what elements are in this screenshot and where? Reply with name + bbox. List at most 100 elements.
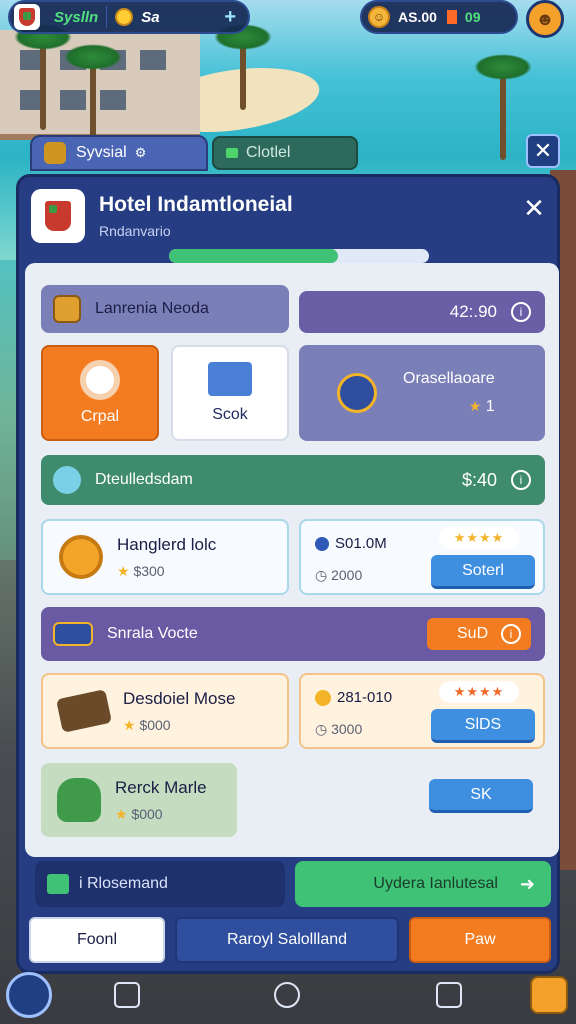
shop-item[interactable]: Hanglerd lolc ★ $300 bbox=[41, 519, 289, 595]
ring-icon bbox=[80, 360, 120, 400]
footer-button-3[interactable]: Paw bbox=[409, 917, 551, 963]
money-icon bbox=[226, 148, 238, 158]
palm-tree bbox=[214, 24, 272, 110]
scok-card[interactable]: Scok bbox=[171, 345, 289, 441]
shop-icon bbox=[208, 362, 252, 396]
star-icon: ★ bbox=[115, 805, 128, 822]
item-name: Hanglerd lolc bbox=[117, 534, 217, 554]
card-label: Crpal bbox=[80, 408, 120, 425]
progress-fill bbox=[169, 249, 338, 263]
add-currency-button[interactable]: + bbox=[224, 6, 236, 29]
tab-label: Clotlel bbox=[246, 144, 291, 161]
shop-item-detail: S01.0M ◷ 2000 ★★★★ Soterl bbox=[299, 519, 545, 595]
button-label: SuD bbox=[457, 625, 489, 642]
gallery-icon[interactable] bbox=[436, 982, 462, 1008]
gear-icon: ⚙ bbox=[134, 145, 147, 160]
star-icon: ★ bbox=[123, 716, 136, 733]
palm-tree bbox=[64, 44, 122, 140]
item-name: Rerck Marle bbox=[115, 777, 207, 797]
section-label: Dteulledsdam bbox=[95, 471, 193, 488]
timer-icon: ◷ bbox=[315, 721, 328, 737]
compass-icon bbox=[337, 373, 377, 413]
building-icon bbox=[53, 295, 81, 323]
footer-button-1[interactable]: Foonl bbox=[29, 917, 165, 963]
arrow-right-icon: ➜ bbox=[519, 873, 535, 894]
crpal-card[interactable]: Crpal bbox=[41, 345, 159, 441]
content-panel: Lanrenia Neoda 42:.90 i Crpal Scok Orase… bbox=[25, 263, 559, 857]
item-price: $000 bbox=[139, 716, 171, 733]
home-button[interactable] bbox=[6, 972, 52, 1018]
detail-price: 2000 bbox=[331, 567, 363, 583]
clock-icon[interactable] bbox=[274, 982, 300, 1008]
item-name: Desdoiel Mose bbox=[123, 688, 236, 708]
gem-icon bbox=[315, 536, 329, 551]
section-header: Lanrenia Neoda bbox=[41, 285, 289, 333]
close-icon[interactable]: ✕ bbox=[519, 193, 549, 223]
section-header: Snrala Vocte SuD i bbox=[41, 607, 545, 661]
ticket-icon bbox=[446, 10, 457, 24]
footer-info: i Rlosemand bbox=[35, 861, 285, 907]
shop-item[interactable]: Rerck Marle ★ $000 bbox=[41, 763, 237, 837]
reward-icon[interactable] bbox=[530, 976, 568, 1014]
sud-button[interactable]: SuD i bbox=[427, 618, 531, 650]
footer-action-button[interactable]: Uydera Ianlutesal ➜ bbox=[295, 861, 551, 907]
badge-icon bbox=[44, 142, 66, 164]
detail-value: 281-010 bbox=[337, 689, 393, 706]
item-price: $300 bbox=[133, 562, 165, 579]
feature-label: Orasellaoare bbox=[403, 370, 495, 387]
soterl-button[interactable]: Soterl bbox=[431, 555, 535, 589]
slds-button[interactable]: SlDS bbox=[431, 709, 535, 743]
shop-item[interactable]: Desdoiel Mose ★ $000 bbox=[41, 673, 289, 749]
section-header: Dteulledsdam $:40 i bbox=[41, 455, 545, 505]
player-hud: Syslln Sa + bbox=[8, 0, 250, 34]
detail-price: 3000 bbox=[331, 721, 363, 737]
tab-syvsial[interactable]: Syvsial ⚙ bbox=[30, 135, 208, 171]
palm-tree bbox=[14, 24, 72, 130]
tab-clotlel[interactable]: Clotlel bbox=[212, 136, 358, 170]
divider bbox=[106, 6, 108, 28]
item-price: $000 bbox=[131, 805, 163, 822]
plant-icon bbox=[57, 778, 101, 822]
happiness-icon: ☺ bbox=[368, 6, 390, 28]
timer-icon: ◷ bbox=[315, 567, 328, 583]
map-icon[interactable] bbox=[114, 982, 140, 1008]
progress-bar bbox=[169, 249, 429, 263]
section-price: $:40 bbox=[461, 469, 497, 490]
section-label: Snrala Vocte bbox=[107, 625, 198, 642]
footer-right-label: Uydera Ianlutesal bbox=[373, 875, 498, 892]
coin-icon bbox=[315, 689, 331, 706]
rating-stars: ★★★★ bbox=[439, 681, 519, 703]
card-label: Scok bbox=[212, 406, 248, 423]
star-icon: ★ bbox=[117, 562, 130, 579]
hotel-dialog: Hotel Indamtloneial Rndanvario ✕ Lanreni… bbox=[16, 174, 560, 974]
profile-avatar-button[interactable]: ☻ bbox=[526, 0, 564, 38]
footer-left-label: i Rlosemand bbox=[79, 875, 168, 892]
detail-value: S01.0M bbox=[335, 535, 387, 552]
value-bar: 42:.90 i bbox=[299, 291, 545, 333]
section-label: Lanrenia Neoda bbox=[95, 300, 209, 317]
resource-count: 09 bbox=[464, 9, 481, 25]
info-icon[interactable]: i bbox=[511, 302, 531, 322]
feature-rating: 1 bbox=[485, 398, 495, 415]
palm-tree bbox=[474, 54, 532, 160]
mat-icon bbox=[56, 689, 112, 733]
shop-item-detail: 281-010 ◷ 3000 ★★★★ SlDS bbox=[299, 673, 545, 749]
coin-amount: Sa bbox=[141, 8, 160, 26]
footer-button-2[interactable]: Raroyl Salollland bbox=[175, 917, 399, 963]
dialog-header: Hotel Indamtloneial Rndanvario ✕ bbox=[19, 177, 557, 263]
close-icon[interactable]: ✕ bbox=[526, 134, 560, 168]
info-icon: i bbox=[501, 624, 521, 644]
value-text: 42:.90 bbox=[449, 302, 497, 321]
clock-icon bbox=[59, 535, 103, 579]
star-icon: ★ bbox=[468, 398, 482, 414]
cash-icon bbox=[47, 874, 69, 894]
resource-value: AS.00 bbox=[398, 9, 437, 25]
feature-card[interactable]: Orasellaoare ★ 1 bbox=[299, 345, 545, 441]
dialog-subtitle: Rndanvario bbox=[99, 223, 171, 239]
hotel-logo bbox=[31, 189, 85, 243]
player-name: Syslln bbox=[54, 8, 99, 26]
resource-hud: ☺ AS.00 09 bbox=[360, 0, 518, 34]
sk-button[interactable]: SK bbox=[429, 779, 533, 813]
dialog-title: Hotel Indamtloneial bbox=[99, 193, 293, 216]
info-icon[interactable]: i bbox=[511, 470, 531, 490]
